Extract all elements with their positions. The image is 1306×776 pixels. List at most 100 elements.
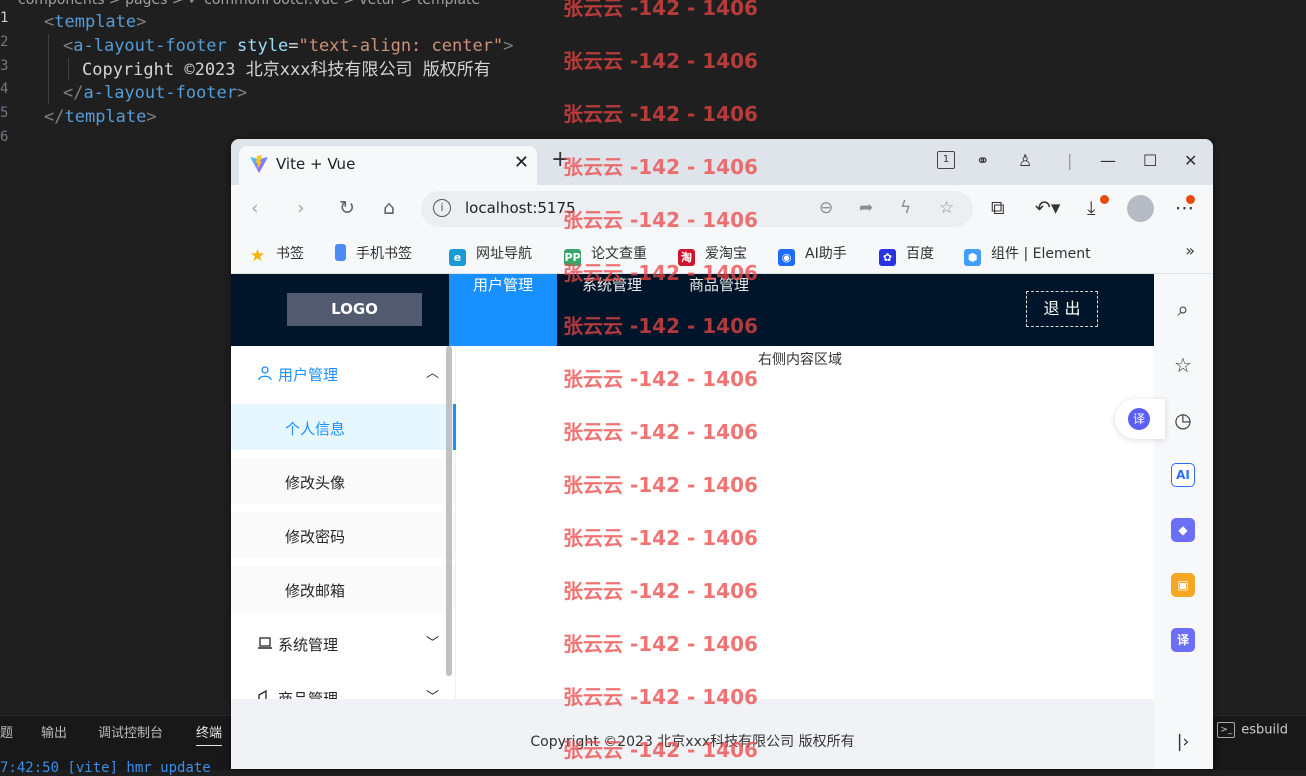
panel-tab-output[interactable]: 输出 [41,722,67,741]
code-token: style [237,36,289,56]
indent-guide [68,58,69,80]
bookmark-label: 网址导航 [476,246,532,262]
code-text: </a-layout-footer> [63,81,247,105]
favorites-star-icon[interactable]: ☆ [1171,353,1195,377]
translate-icon[interactable]: 译 [1171,628,1195,652]
bookmark-item[interactable]: ◉ AI助手 [778,243,847,266]
divider: | [1067,151,1073,170]
floating-translate-button[interactable]: 译 [1115,399,1165,439]
bookmark-label: 爱淘宝 [705,246,747,262]
home-icon[interactable]: ⌂ [383,197,395,219]
logout-button[interactable]: 退 出 [1026,291,1098,327]
panel-tab-problems[interactable]: 题 [0,722,13,741]
app-logo: LOGO [287,293,422,326]
web-page: LOGO 用户管理 系统管理 商品管理 退 出 用户管理 ︿ 个人信息 修改头像… [231,274,1154,769]
tab-count-icon[interactable]: 1 [937,151,955,169]
panel-tab-debug-console[interactable]: 调试控制台 [98,722,163,741]
submenu-label: 系统管理 [278,636,339,654]
zoom-icon[interactable]: ⊖ [819,198,833,218]
reload-icon[interactable]: ↻ [339,197,355,219]
bookmark-item[interactable]: PP 论文查重 [564,243,647,266]
back-icon[interactable]: ‹ [251,197,259,219]
game-controller-icon[interactable]: ◆ [1171,518,1195,542]
address-bar[interactable]: i ⊖ ➦ ϟ ☆ [421,191,973,227]
side-menu-scrollbar[interactable] [446,346,452,676]
menu-item-label: 修改邮箱 [285,582,346,600]
collapse-panel-icon[interactable]: |› [1171,730,1195,754]
submenu-user-management[interactable]: 用户管理 ︿ [231,346,455,400]
bookmark-item[interactable]: 手机书签 [335,243,412,263]
skin-icon[interactable]: ♙ [1018,151,1032,170]
code-token: > [146,107,157,127]
menu-item-change-email[interactable]: 修改邮箱 [231,566,455,612]
code-token: < [63,36,74,56]
toolbox-icon[interactable]: ▣ [1171,573,1195,597]
new-tab-icon[interactable]: + [551,147,569,172]
browser-tab[interactable]: Vite + Vue ✕ [239,146,537,185]
bookmark-item[interactable]: ⬢ 组件 | Element [964,243,1091,266]
pp-icon: PP [564,249,581,266]
lightning-icon[interactable]: ϟ [900,198,911,218]
share-icon[interactable]: ➦ [859,198,873,218]
code-text: <a-layout-footer style="text-align: cent… [63,34,513,58]
minimize-icon[interactable]: — [1100,151,1116,170]
content-placeholder: 右侧内容区域 [758,352,842,368]
tab-close-icon[interactable]: ✕ [514,152,529,173]
code-text: </template> [44,105,157,129]
code-token: template [54,12,137,32]
bookmark-star-icon[interactable]: ☆ [939,198,954,218]
bookmark-label: AI助手 [805,246,847,262]
panel-tab-terminal[interactable]: 终端 [196,722,223,746]
terminal-output: 7:42:50 [vite] hmr update [0,760,211,776]
maximize-icon[interactable]: ☐ [1143,151,1157,170]
bookmark-item[interactable]: ★ 书签 [249,243,304,265]
nav-system-management[interactable]: 系统管理 [557,274,667,346]
nav-user-management[interactable]: 用户管理 [449,274,557,346]
app-footer: Copyright ©2023 北京xxx科技有限公司 版权所有 [231,699,1154,769]
history-clock-icon[interactable]: ◷ [1171,408,1195,432]
bookmark-label: 论文查重 [591,246,647,262]
edge-icon: e [449,249,466,266]
ai-assistant-icon: ◉ [778,249,795,266]
line-number: 3 [0,58,9,74]
site-info-icon[interactable]: i [433,199,451,217]
incognito-icon[interactable]: ⚭ [976,151,989,170]
bookmark-item[interactable]: ✿ 百度 [879,243,934,266]
search-icon[interactable]: ⌕ [1171,297,1195,321]
nav-goods-management[interactable]: 商品管理 [667,274,771,346]
menu-item-change-password[interactable]: 修改密码 [231,512,455,558]
taobao-icon: 淘 [678,249,695,266]
code-text: <template> [44,10,146,34]
code-text: Copyright ©2023 北京xxx科技有限公司 版权所有 [82,58,491,82]
translate-float-icon: 译 [1128,408,1150,430]
chevron-down-icon: ﹀ [425,636,439,651]
profile-avatar-icon[interactable] [1127,195,1154,222]
bookmark-item[interactable]: 淘爱淘宝 [678,243,747,266]
ai-icon[interactable]: AI [1171,463,1195,487]
menu-item-label: 修改头像 [285,474,346,492]
terminal-esbuild[interactable]: >_ esbuild [1217,722,1288,738]
code-token: < [44,12,55,32]
indent-guide [48,34,49,104]
line-number: 5 [0,105,9,121]
download-icon[interactable]: ⤓ [1087,197,1095,219]
code-token: a-layout-footer [73,36,227,56]
download-badge [1100,195,1109,204]
line-number: 4 [0,81,9,97]
footer-copyright: Copyright ©2023 北京xxx科技有限公司 版权所有 [530,734,855,750]
menu-item-change-avatar[interactable]: 修改头像 [231,458,455,504]
menu-badge [1186,195,1195,204]
forward-icon[interactable]: › [297,197,305,219]
chevron-up-icon: ︿ [425,366,439,381]
bookmark-item[interactable]: e 网址导航 [449,243,532,266]
terminal-icon: >_ [1217,722,1236,738]
line-number: 1 [0,10,9,26]
menu-item-personal-info[interactable]: 个人信息 [231,404,456,450]
undo-menu-icon[interactable]: ↶▾ [1035,197,1060,219]
bookmarks-more-icon[interactable]: » [1185,241,1195,260]
extensions-icon[interactable]: ⧉ [991,197,1005,219]
submenu-system-management[interactable]: 系统管理 ﹀ [231,616,455,670]
window-close-icon[interactable]: ✕ [1184,151,1197,170]
url-input[interactable] [463,198,767,218]
